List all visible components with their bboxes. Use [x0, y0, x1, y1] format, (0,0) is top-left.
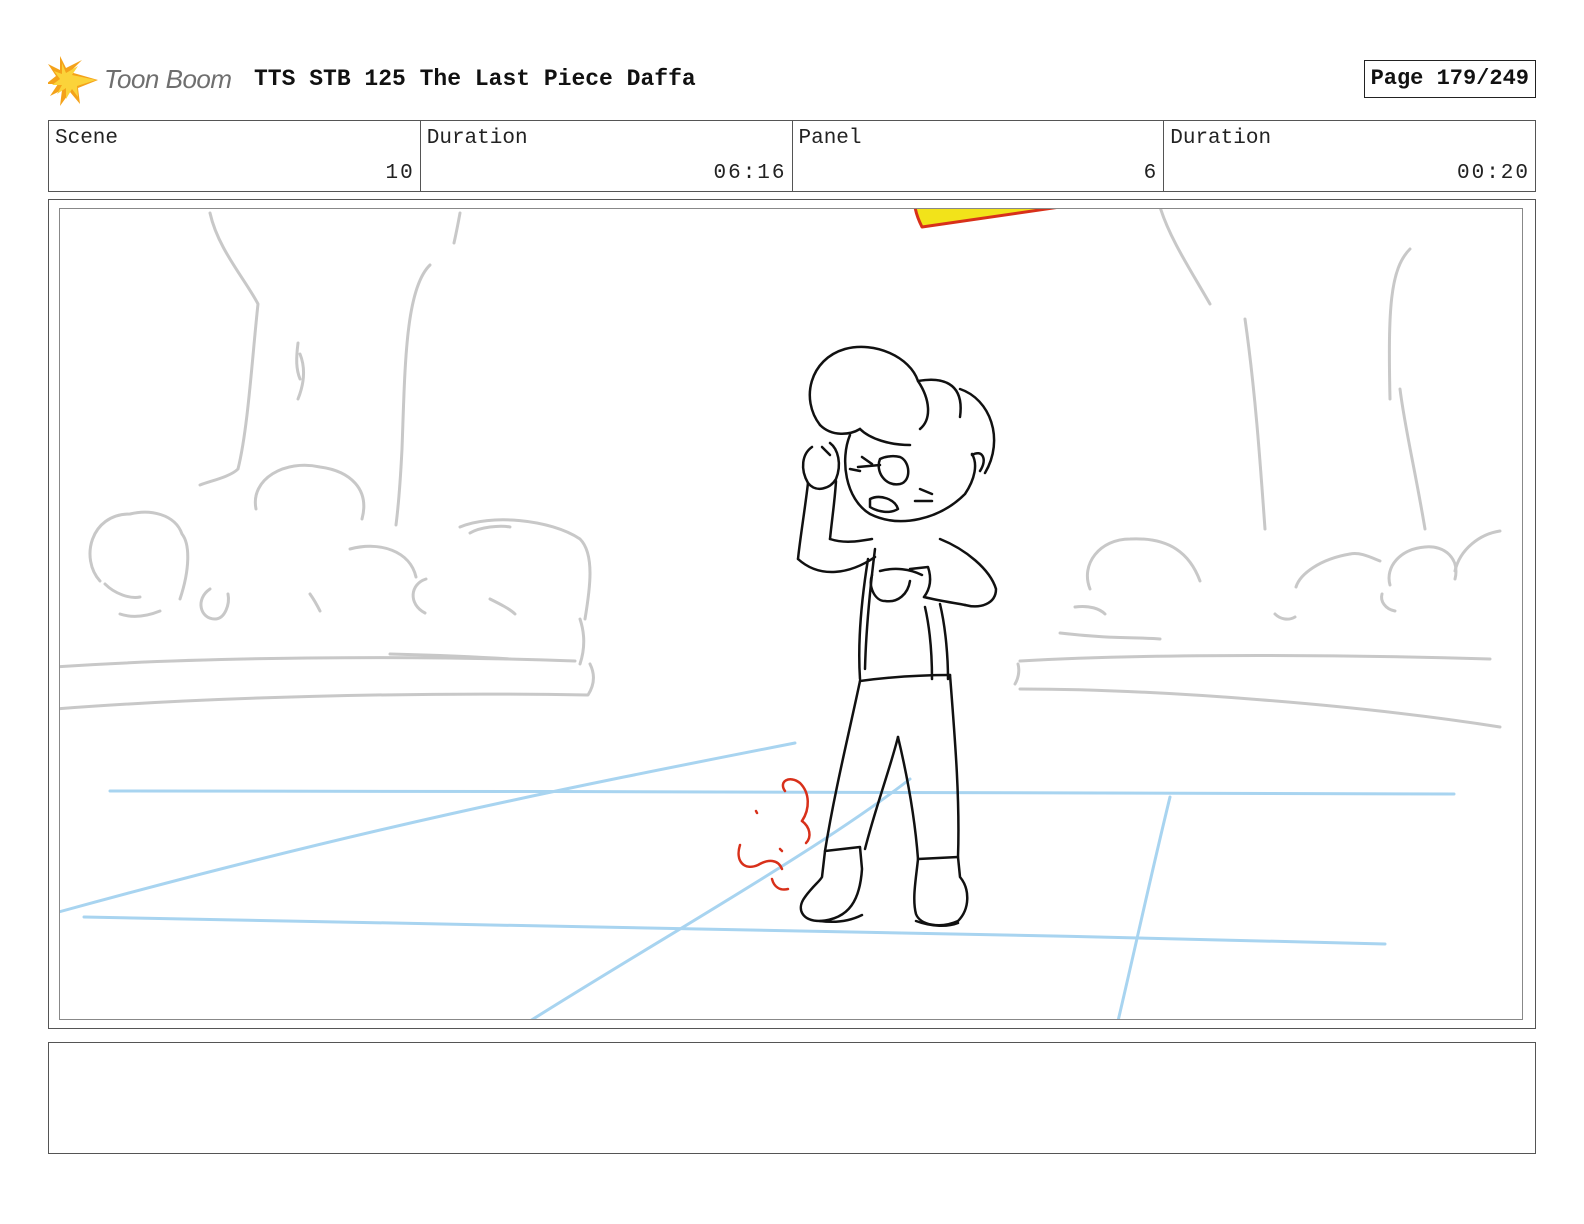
starburst-icon	[48, 56, 98, 106]
page-number: Page 179/249	[1363, 60, 1536, 98]
panel-label: Panel	[798, 127, 862, 150]
panel-duration-cell: Duration 00:20	[1164, 121, 1535, 191]
scene-value: 10	[385, 162, 415, 185]
scene-cell: Scene 10	[49, 121, 421, 191]
effect-wedge	[913, 209, 1057, 229]
document-title: TTS STB 125 The Last Piece Daffa	[254, 66, 696, 92]
toon-boom-logo: Toon Boom	[48, 52, 248, 108]
scene-info-table: Scene 10 Duration 06:16 Panel 6 Duration…	[48, 120, 1536, 192]
panel-duration-value: 00:20	[1456, 162, 1530, 185]
floor-guides	[60, 741, 1456, 1019]
panel-value: 6	[1143, 162, 1159, 185]
scene-duration-cell: Duration 06:16	[421, 121, 793, 191]
scene-duration-value: 06:16	[713, 162, 787, 185]
panel-drawing-area	[59, 208, 1523, 1020]
character-sketch	[796, 345, 998, 927]
storyboard-header: Toon Boom TTS STB 125 The Last Piece Daf…	[48, 52, 1536, 112]
logo-wordmark: Toon Boom	[104, 64, 232, 94]
panel-duration-label: Duration	[1170, 127, 1272, 150]
storyboard-sketch	[60, 209, 1502, 1019]
panel-frame	[48, 199, 1536, 1029]
panel-cell: Panel 6	[793, 121, 1165, 191]
scene-duration-label: Duration	[426, 127, 528, 150]
scene-label: Scene	[55, 127, 119, 150]
background-sketch	[60, 209, 1502, 729]
notes-box	[48, 1042, 1536, 1154]
